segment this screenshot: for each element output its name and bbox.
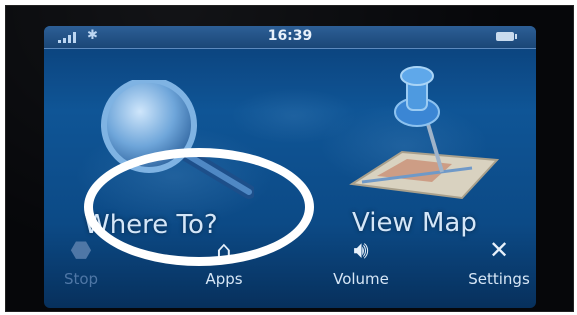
view-map-button[interactable]: View Map (290, 50, 536, 250)
clock: 16:39 (267, 28, 313, 44)
status-bar: ✱ 16:39 (44, 26, 536, 49)
stop-label: Stop (63, 270, 99, 288)
gps-screen: ✱ 16:39 Where To? View Map ⬣ Stop ⌂ Apps… (44, 26, 536, 308)
settings-label: Settings (468, 270, 530, 288)
wrench-screwdriver-icon: ✕ (488, 236, 510, 264)
highlight-circle-annotation (84, 148, 314, 266)
settings-button[interactable]: ✕ Settings (444, 232, 536, 304)
apps-label: Apps (205, 270, 243, 288)
speaker-icon: 🔊︎ (353, 236, 369, 264)
device-photo: ✱ 16:39 Where To? View Map ⬣ Stop ⌂ Apps… (5, 5, 574, 312)
battery-icon (496, 32, 517, 41)
volume-button[interactable]: 🔊︎ Volume (306, 232, 416, 304)
map-pin-icon (349, 66, 500, 200)
volume-label: Volume (333, 270, 389, 288)
